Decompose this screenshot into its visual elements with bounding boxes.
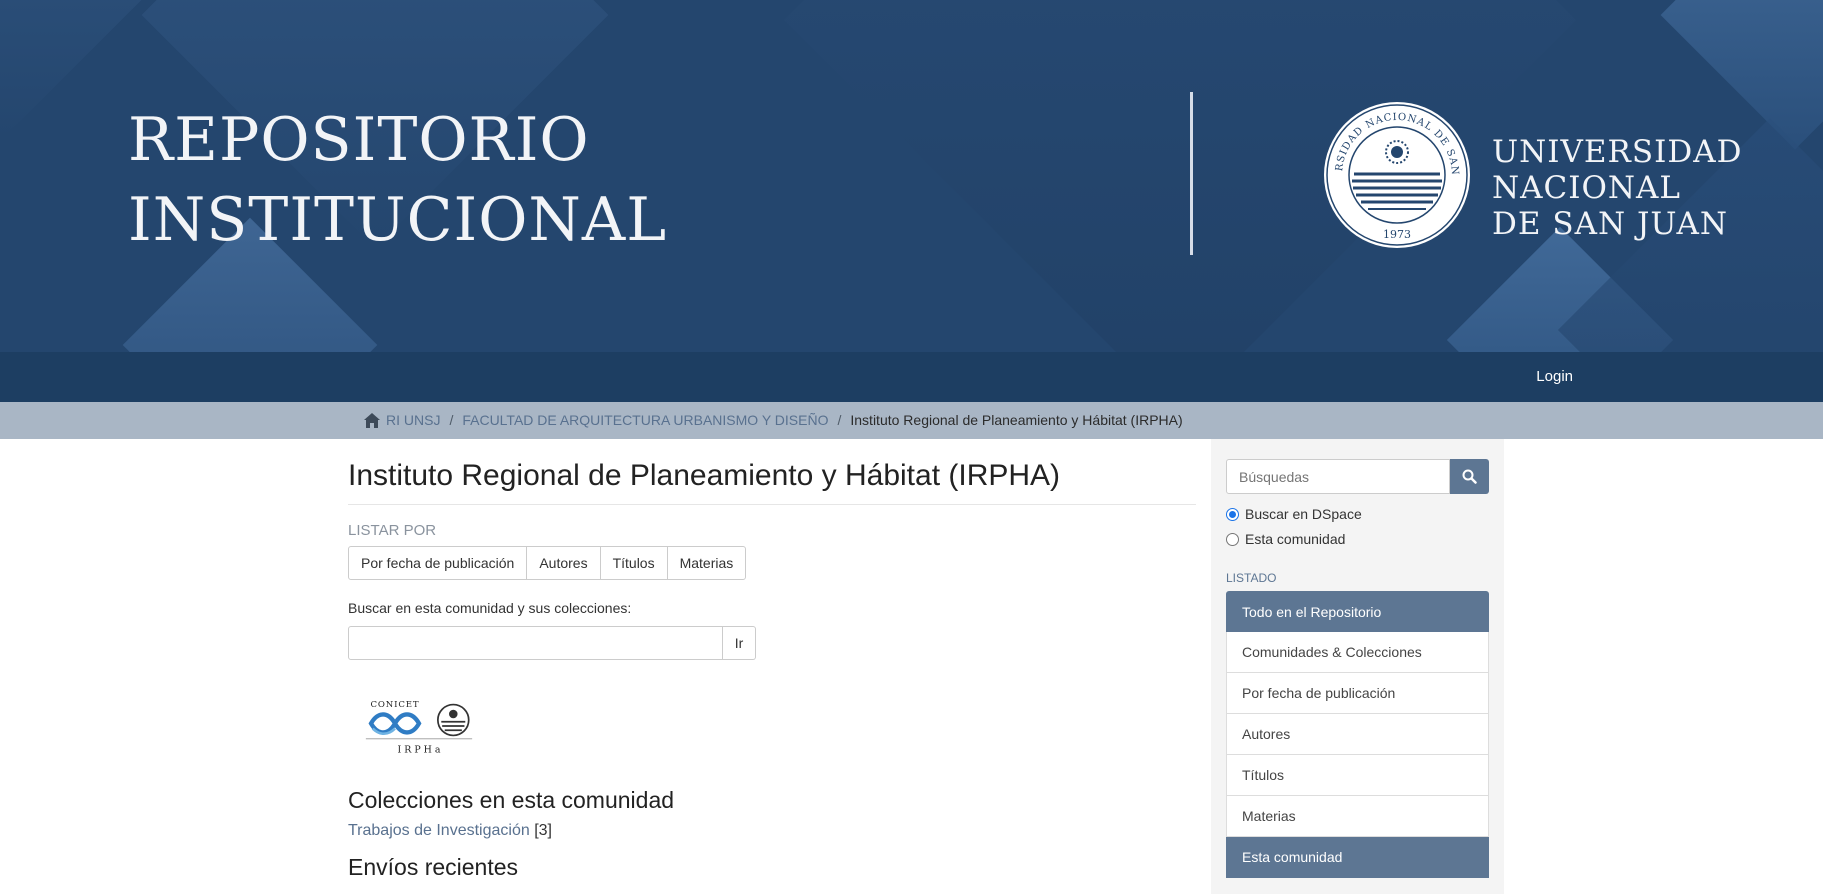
repository-title-line2: INSTITUCIONAL [128,185,668,255]
university-name-line3: DE SAN JUAN [1492,206,1729,242]
radio-search-community[interactable]: Esta comunidad [1226,531,1345,547]
page-title: Instituto Regional de Planeamiento y Háb… [348,458,1196,505]
radio-button-checked[interactable] [1226,507,1239,521]
logo-text-top: CONICET [371,700,420,710]
university-name-line2: NACIONAL [1492,170,1681,206]
radio-search-dspace[interactable]: Buscar en DSpace [1226,506,1362,522]
sidebar-search-form [1226,459,1489,494]
sidebar-search-button[interactable] [1450,459,1489,494]
breadcrumb-current: Instituto Regional de Planeamiento y Háb… [850,412,1183,428]
collections-heading: Colecciones en esta comunidad [348,787,675,813]
community-logo: CONICET I R P H a [365,700,473,756]
breadcrumb: RI UNSJ / FACULTAD DE ARQUITECTURA URBAN… [364,412,1183,428]
sidebar-item-subjects[interactable]: Materias [1226,796,1489,837]
community-search-form: Ir [348,626,756,660]
listado-heading: LISTADO [1226,571,1277,585]
main-content: Instituto Regional de Planeamiento y Háb… [348,439,1196,881]
university-name-line1: UNIVERSIDAD [1492,134,1743,170]
banner-decoration [0,0,142,142]
community-search-input[interactable] [348,626,723,660]
breadcrumb-bar: RI UNSJ / FACULTAD DE ARQUITECTURA URBAN… [0,402,1823,439]
radio-button[interactable] [1226,532,1239,546]
browse-by-subjects-button[interactable]: Materias [666,546,747,580]
search-icon [1462,469,1477,484]
radio-label: Esta comunidad [1245,531,1346,547]
repository-title[interactable]: REPOSITORIO INSTITUCIONAL [128,100,667,260]
breadcrumb-separator: / [449,412,454,428]
collection-list-item: Trabajos de Investigación [3] [348,822,1196,840]
sidebar: Buscar en DSpace Esta comunidad LISTADO … [1211,439,1504,894]
community-search-label: Buscar en esta comunidad y sus coleccion… [348,600,632,616]
recent-submissions-heading: Envíos recientes [348,854,519,880]
seal-year: 1973 [1383,228,1411,241]
browse-by-titles-button[interactable]: Títulos [599,546,668,580]
breadcrumb-link-home[interactable]: RI UNSJ [386,412,440,428]
sidebar-item-by-date[interactable]: Por fecha de publicación [1226,673,1489,714]
logo-text-bottom: I R P H a [398,745,441,756]
breadcrumb-separator: / [837,412,842,428]
breadcrumb-link-faculty[interactable]: FACULTAD DE ARQUITECTURA URBANISMO Y DIS… [462,412,828,428]
login-link[interactable]: Login [1536,368,1573,385]
collection-count: [3] [534,822,552,839]
sidebar-item-authors[interactable]: Autores [1226,714,1489,755]
sidebar-item-this-community[interactable]: Esta comunidad [1226,837,1489,878]
banner-divider [1190,92,1193,255]
sidebar-item-everything[interactable]: Todo en el Repositorio [1226,591,1489,632]
header-banner: REPOSITORIO INSTITUCIONAL UNIVERSIDAD NA… [0,0,1823,352]
collection-link[interactable]: Trabajos de Investigación [348,822,530,839]
university-name: UNIVERSIDAD NACIONAL DE SAN JUAN [1492,134,1742,242]
sidebar-browse-list: Todo en el Repositorio Comunidades & Col… [1226,591,1489,878]
sidebar-search-input[interactable] [1226,459,1450,494]
browse-by-label: LISTAR POR [348,522,437,539]
browse-by-authors-button[interactable]: Autores [526,546,601,580]
community-search-go-button[interactable]: Ir [723,626,756,660]
repository-title-line1: REPOSITORIO [128,105,590,175]
radio-label: Buscar en DSpace [1245,506,1362,522]
home-icon[interactable] [364,412,380,428]
sidebar-item-titles[interactable]: Títulos [1226,755,1489,796]
university-seal-logo: UNIVERSIDAD NACIONAL DE SAN JUAN 1973 [1322,100,1470,248]
sidebar-item-communities[interactable]: Comunidades & Colecciones [1226,632,1489,673]
top-navbar: Login [0,352,1823,402]
browse-by-date-button[interactable]: Por fecha de publicación [348,546,528,580]
banner-decoration [1660,0,1823,150]
browse-button-group: Por fecha de publicación Autores Títulos… [348,546,1196,580]
